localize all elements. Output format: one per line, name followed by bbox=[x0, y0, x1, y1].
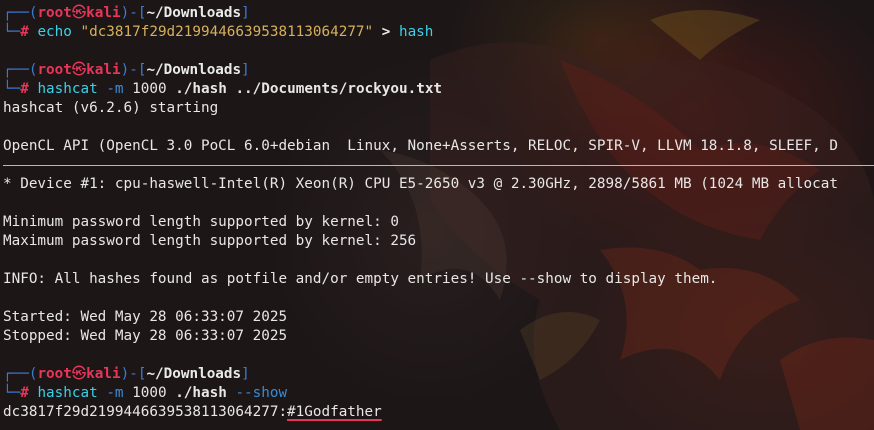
command-line[interactable]: └─# echo "dc3817f29d21994466395381130642… bbox=[3, 23, 874, 42]
command-mode: 1000 bbox=[132, 385, 167, 401]
output-line: Maximum password length supported by ker… bbox=[3, 233, 417, 249]
output-line: OpenCL API (OpenCL 3.0 PoCL 6.0+debian L… bbox=[3, 138, 838, 154]
prompt-skull-icon: ㉿ bbox=[71, 62, 87, 78]
output-line: hashcat (v6.2.6) starting bbox=[3, 100, 219, 116]
output-line: Started: Wed May 28 06:33:07 2025 bbox=[3, 309, 288, 325]
prompt-dir: ~/Downloads bbox=[146, 5, 242, 21]
command-mode: 1000 bbox=[132, 81, 167, 97]
prompt-line: ┌──(root㉿kali)-[~/Downloads] bbox=[3, 62, 250, 78]
command-flag: --show bbox=[235, 385, 288, 401]
command-line[interactable]: └─# hashcat -m 1000 ./hash --show bbox=[3, 384, 874, 403]
output-line: INFO: All hashes found as potfile and/or… bbox=[3, 271, 718, 287]
output-line: Stopped: Wed May 28 06:33:07 2025 bbox=[3, 328, 288, 344]
result-hash: dc3817f29d2199446639538113064277: bbox=[3, 404, 288, 420]
command-name: echo bbox=[37, 24, 72, 40]
command-string: "dc3817f29d2199446639538113064277" bbox=[80, 24, 374, 40]
output-line: * Device #1: cpu-haswell-Intel(R) Xeon(R… bbox=[3, 176, 838, 192]
prompt-skull-icon: ㉿ bbox=[71, 366, 87, 382]
command-option: -m bbox=[106, 81, 124, 97]
separator bbox=[3, 156, 874, 175]
command-file: ./hash bbox=[175, 81, 227, 97]
prompt-skull-icon: ㉿ bbox=[71, 5, 87, 21]
prompt-line: ┌──(root㉿kali)-[~/Downloads] bbox=[3, 366, 250, 382]
terminal-window[interactable]: ┌──(root㉿kali)-[~/Downloads] └─# echo "d… bbox=[0, 0, 874, 430]
command-name: hashcat bbox=[37, 385, 98, 401]
redirect-target: hash bbox=[398, 24, 434, 40]
prompt-line: ┌──(root㉿kali)-[~/Downloads] bbox=[3, 5, 250, 21]
output-line: Minimum password length supported by ker… bbox=[3, 214, 399, 230]
prompt-user: root bbox=[37, 5, 72, 21]
result-line: dc3817f29d2199446639538113064277:#1Godfa… bbox=[3, 403, 874, 422]
command-option: -m bbox=[106, 385, 124, 401]
command-wordlist: ../Documents/rockyou.txt bbox=[235, 81, 443, 97]
command-file: ./hash bbox=[175, 385, 227, 401]
command-name: hashcat bbox=[37, 81, 98, 97]
redirect-symbol: > bbox=[381, 24, 391, 40]
prompt-host: kali bbox=[86, 5, 121, 21]
command-line[interactable]: └─# hashcat -m 1000 ./hash ../Documents/… bbox=[3, 80, 874, 99]
cracked-password: #1Godfather bbox=[287, 404, 382, 420]
